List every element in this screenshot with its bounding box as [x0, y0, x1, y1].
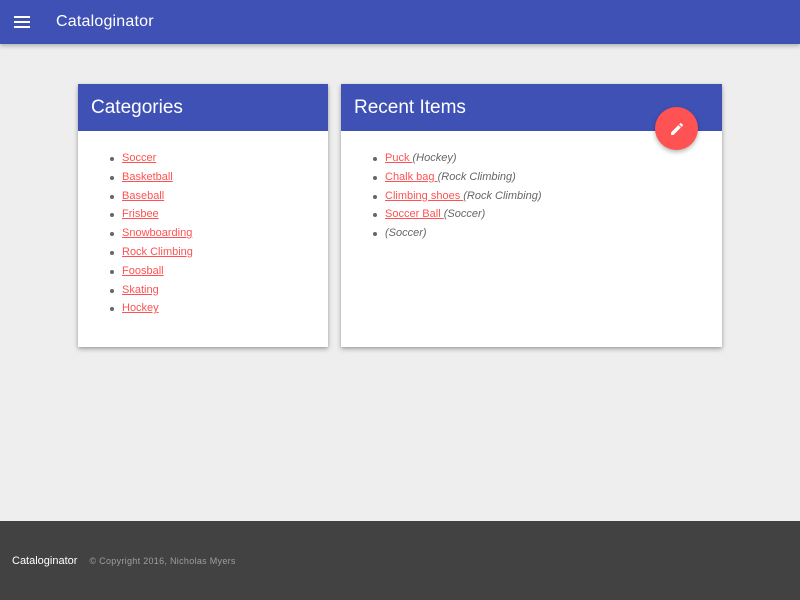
recent-item: Climbing shoes (Rock Climbing): [371, 187, 722, 206]
recent-item-category: (Soccer): [443, 208, 486, 221]
category-item: Rock Climbing: [108, 243, 328, 262]
recent-item: Chalk bag (Rock Climbing): [371, 168, 722, 187]
category-link-foosball[interactable]: Foosball: [122, 265, 164, 277]
recent-item-category: (Hockey): [412, 152, 457, 164]
app-bar: Cataloginator: [0, 0, 800, 44]
category-link-soccer[interactable]: Soccer: [122, 152, 156, 164]
category-item: Snowboarding: [108, 224, 328, 243]
category-link-hockey[interactable]: Hockey: [122, 302, 159, 314]
categories-title: Categories: [78, 84, 328, 131]
recent-item-link[interactable]: Chalk bag: [385, 171, 438, 183]
categories-card: Categories Soccer Basketball Baseball Fr…: [78, 84, 328, 347]
app-title: Cataloginator: [56, 13, 154, 30]
category-item: Baseball: [108, 187, 328, 206]
recent-items-card: Recent Items Puck (Hockey) Chalk bag (Ro…: [341, 84, 722, 347]
footer-brand: Cataloginator: [12, 554, 78, 567]
recent-item: Soccer Ball (Soccer): [371, 205, 722, 224]
footer: Cataloginator © Copyright 2016, Nicholas…: [0, 521, 800, 600]
category-item: Hockey: [108, 299, 328, 318]
category-item: Basketball: [108, 168, 328, 187]
menu-button[interactable]: [0, 0, 44, 44]
menu-icon: [14, 16, 30, 28]
category-link-skating[interactable]: Skating: [122, 284, 159, 296]
category-item: Skating: [108, 281, 328, 300]
recent-item-category: (Rock Climbing): [437, 170, 516, 183]
category-item: Foosball: [108, 262, 328, 281]
recent-items-list: Puck (Hockey) Chalk bag (Rock Climbing) …: [341, 149, 722, 243]
category-link-snowboarding[interactable]: Snowboarding: [122, 227, 192, 239]
category-link-rock-climbing[interactable]: Rock Climbing: [122, 246, 193, 258]
recent-item: (Soccer): [371, 224, 722, 243]
category-item: Soccer: [108, 149, 328, 168]
recent-item-link[interactable]: Climbing shoes: [385, 190, 463, 202]
recent-item: Puck (Hockey): [371, 149, 722, 168]
add-item-button[interactable]: [655, 107, 698, 150]
edit-icon: [670, 122, 683, 135]
category-link-baseball[interactable]: Baseball: [122, 190, 164, 202]
footer-copyright: © Copyright 2016, Nicholas Myers: [89, 555, 236, 566]
category-item: Frisbee: [108, 205, 328, 224]
recent-item-category: (Soccer): [385, 227, 427, 240]
recent-item-link[interactable]: Soccer Ball: [385, 208, 444, 220]
category-link-basketball[interactable]: Basketball: [122, 171, 173, 183]
categories-list: Soccer Basketball Baseball Frisbee Snowb…: [78, 149, 328, 318]
recent-item-category: (Rock Climbing): [463, 189, 542, 202]
category-link-frisbee[interactable]: Frisbee: [122, 208, 159, 220]
recent-item-link[interactable]: Puck: [385, 152, 413, 164]
